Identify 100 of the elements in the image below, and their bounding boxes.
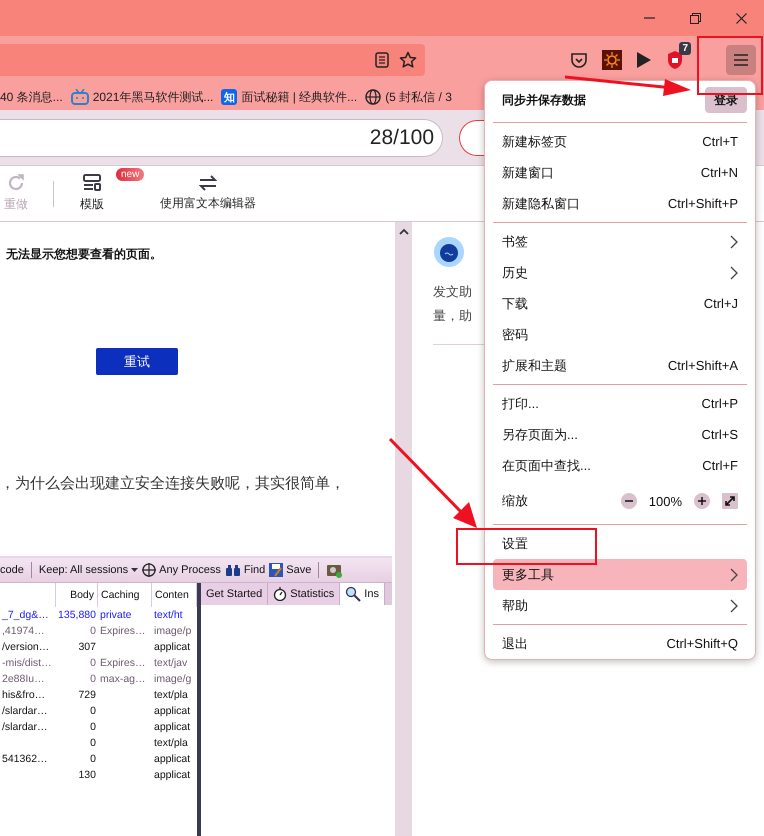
shield-extension-icon[interactable]	[666, 50, 684, 70]
title-field[interactable]: 28/100	[0, 118, 443, 156]
menu-item[interactable]: 历史	[493, 257, 747, 288]
zoom-in-icon[interactable]	[694, 493, 710, 509]
binoculars-icon	[224, 564, 241, 576]
table-cell-text: 0	[89, 672, 97, 687]
table-cell-text: /slardar…	[1, 720, 49, 735]
menu-item[interactable]: 新建标签页 Ctrl+T	[493, 126, 747, 157]
fullscreen-icon[interactable]	[722, 493, 738, 509]
switch-arrows-icon	[199, 175, 217, 191]
table-cell-text: 135,880	[57, 608, 97, 623]
bookmark-item[interactable]: 2021年黑马软件测试...	[70, 88, 214, 106]
table-cell-text: applicat	[153, 640, 192, 655]
close-icon	[736, 12, 746, 24]
table-cell-text: 0	[89, 752, 97, 767]
menu-item[interactable]: 设置	[493, 528, 747, 559]
reader-view-icon[interactable]	[375, 52, 389, 68]
table-cell-text: /version…	[1, 640, 50, 655]
table-cell-text: his&fro…	[1, 688, 46, 703]
chevron-right-icon	[730, 568, 738, 582]
menu-item[interactable]: 另存页面为... Ctrl+S	[493, 419, 747, 450]
table-cell-text: 0	[89, 720, 97, 735]
table-cell-text: private	[99, 608, 133, 623]
table-cell-text: text/pla	[153, 736, 189, 751]
assistant-text: 量，助	[433, 307, 473, 325]
save-draft-button[interactable]	[459, 120, 484, 156]
chevron-right-icon	[730, 234, 738, 248]
new-badge: new	[116, 168, 144, 181]
article-paragraph: ，为什么会出现建立安全连接失败呢，其实很简单，	[0, 474, 346, 493]
bookmark-item[interactable]: 40 条消息...	[0, 88, 63, 106]
magnifier-icon	[345, 586, 362, 602]
menu-item[interactable]: 下载 Ctrl+J	[493, 288, 747, 319]
camera-icon[interactable]	[326, 562, 342, 578]
table-cell-text: ,41974…	[1, 624, 46, 639]
restore-icon	[690, 12, 700, 24]
table-cell-text: _7_dg&…	[0, 608, 50, 623]
menu-item[interactable]: 在页面中查找... Ctrl+F	[493, 450, 747, 481]
sync-label: 同步并保存数据	[502, 92, 586, 108]
retry-button[interactable]: 重试	[96, 348, 178, 375]
fiddler-toolbar-item[interactable]: Keep: All sessions	[38, 564, 138, 576]
menu-item[interactable]: 扩展和主题 Ctrl+Shift+A	[493, 350, 747, 381]
table-cell-text: 0	[89, 656, 97, 671]
tab[interactable]: Get Started	[201, 583, 268, 605]
table-cell-text: text/jav	[153, 656, 188, 671]
site-logo: 知	[221, 89, 238, 105]
table-cell-text: image/g	[153, 672, 192, 687]
menu-item[interactable]: 帮助	[493, 590, 747, 621]
tab[interactable]: Ins	[340, 583, 385, 605]
zoom-out-icon[interactable]	[620, 493, 637, 509]
table-cell-text: applicat	[153, 752, 192, 767]
menu-item[interactable]: 新建隐私窗口 Ctrl+Shift+P	[493, 188, 747, 219]
table-cell-text: 0	[89, 736, 97, 751]
table-cell-text: applicat	[153, 720, 192, 735]
table-cell-text: applicat	[153, 768, 192, 783]
menu-item[interactable]: 新建窗口 Ctrl+N	[493, 157, 747, 188]
zoom-level: 100%	[648, 494, 682, 508]
menu-item[interactable]: 书签	[493, 226, 747, 257]
fiddler-toolbar-item[interactable]: code	[0, 564, 24, 576]
table-cell-text: applicat	[153, 704, 192, 719]
scroll-up-icon[interactable]	[398, 228, 408, 235]
sun-extension-icon[interactable]	[602, 50, 622, 70]
extension-badge: 7	[679, 42, 691, 55]
zoom-label: 缩放	[502, 492, 528, 510]
table-cell-text: 0	[89, 704, 97, 719]
table-cell-text: text/ht	[153, 608, 184, 623]
toolbar-button[interactable]: 使用富文本编辑器	[160, 175, 256, 212]
highlight-box	[697, 36, 763, 95]
character-counter: 28/100	[370, 126, 434, 150]
toolbar-button[interactable]: 模版	[80, 174, 104, 213]
stopwatch-icon	[273, 587, 288, 601]
redo-icon	[7, 174, 25, 192]
fiddler-toolbar-item[interactable]: Find	[224, 564, 266, 576]
table-cell-text: Expires…	[99, 656, 147, 671]
menu-item[interactable]: 更多工具	[493, 559, 747, 590]
menu-icon	[734, 54, 748, 66]
pocket-icon[interactable]	[570, 51, 588, 69]
bookmark-item[interactable]: (5 封私信 / 3	[365, 88, 452, 106]
tab[interactable]: Statistics	[268, 583, 340, 605]
table-cell-text: 0	[89, 624, 97, 639]
table-cell-text: text/pla	[153, 688, 189, 703]
bookmark-star-icon[interactable]	[399, 51, 417, 69]
fiddler-toolbar-item[interactable]: Save	[269, 563, 312, 577]
column-header[interactable]: Body	[56, 583, 98, 607]
table-cell-text: max-ag…	[99, 672, 147, 687]
table-cell-text: -mis/dist…	[1, 656, 53, 671]
menu-item[interactable]: 密码	[493, 319, 747, 350]
menu-item[interactable]: 打印... Ctrl+P	[493, 388, 747, 419]
menu-item[interactable]: 退出 Ctrl+Shift+Q	[493, 628, 747, 659]
minimize-icon	[644, 17, 654, 19]
chevron-right-icon	[730, 598, 738, 612]
play-icon[interactable]	[636, 51, 652, 69]
crosshair-icon	[142, 563, 156, 577]
fiddler-toolbar-item[interactable]: Any Process	[142, 563, 221, 577]
template-icon	[83, 174, 101, 192]
table-cell-text: Expires…	[99, 624, 147, 639]
menu-button[interactable]	[726, 45, 756, 75]
column-header[interactable]: Caching	[98, 583, 152, 607]
table-cell-text: 729	[77, 688, 97, 703]
bookmark-item[interactable]: 知 面试秘籍 | 经典软件...	[221, 88, 358, 106]
table-cell-text: 2e88Iu…	[1, 672, 46, 687]
